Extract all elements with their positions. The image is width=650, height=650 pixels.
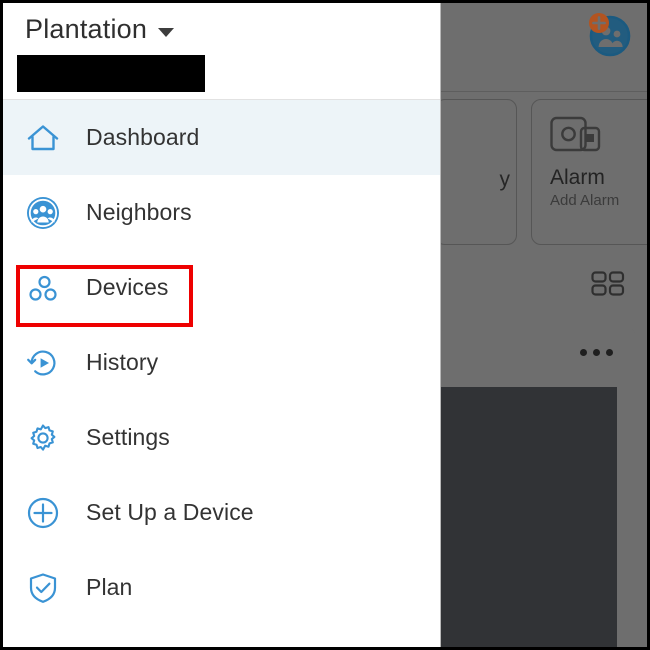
navigation-drawer: Plantation Dashboard Neighbors Devices H…: [3, 3, 441, 647]
sidebar-item-dashboard[interactable]: Dashboard: [3, 100, 440, 175]
alarm-base-station-icon: [550, 114, 604, 158]
drawer-header: Plantation: [3, 3, 440, 100]
alarm-card-title: Alarm: [550, 166, 605, 189]
location-selector[interactable]: Plantation: [25, 14, 175, 45]
sidebar-item-set-up-a-device[interactable]: Set Up a Device: [3, 475, 440, 550]
background-card-partial[interactable]: y: [435, 99, 517, 245]
alarm-card-subtitle: Add Alarm: [550, 192, 620, 209]
sidebar-item-plan[interactable]: Plan: [3, 550, 440, 625]
home-icon: [23, 118, 63, 158]
device-card-header: [441, 327, 635, 387]
sidebar-nav-list: Dashboard Neighbors Devices History Sett…: [3, 100, 440, 625]
sidebar-item-label: Neighbors: [86, 199, 192, 225]
sidebar-item-neighbors[interactable]: Neighbors: [3, 175, 440, 250]
history-icon: [23, 343, 63, 383]
location-name: Plantation: [25, 14, 148, 44]
sidebar-item-label: Settings: [86, 424, 170, 450]
plus-circle-icon: [23, 493, 63, 533]
sidebar-item-label: Dashboard: [86, 124, 200, 150]
device-camera-thumbnail[interactable]: [441, 387, 617, 647]
sidebar-item-history[interactable]: History: [3, 325, 440, 400]
sidebar-item-label: Set Up a Device: [86, 499, 254, 525]
more-options-icon[interactable]: [580, 349, 613, 356]
background-card-alarm[interactable]: Alarm Add Alarm: [531, 99, 647, 245]
sidebar-item-label: Devices: [86, 274, 169, 300]
background-card-partial-label: y: [499, 168, 511, 191]
gear-icon: [23, 418, 63, 458]
app-window: y Alarm Add Alarm Plantation Dashboard N…: [0, 0, 650, 650]
sidebar-item-settings[interactable]: Settings: [3, 400, 440, 475]
sidebar-item-label: Plan: [86, 574, 133, 600]
add-neighbor-icon[interactable]: [585, 11, 631, 57]
background-device-card[interactable]: [441, 327, 635, 647]
shield-check-icon: [23, 568, 63, 608]
chevron-down-icon[interactable]: [158, 27, 175, 37]
redacted-account-field: [17, 55, 205, 92]
devices-icon: [23, 268, 63, 308]
grid-view-icon[interactable]: [591, 271, 625, 297]
sidebar-item-label: History: [86, 349, 159, 375]
neighbors-icon: [23, 193, 63, 233]
sidebar-item-devices[interactable]: Devices: [3, 250, 440, 325]
